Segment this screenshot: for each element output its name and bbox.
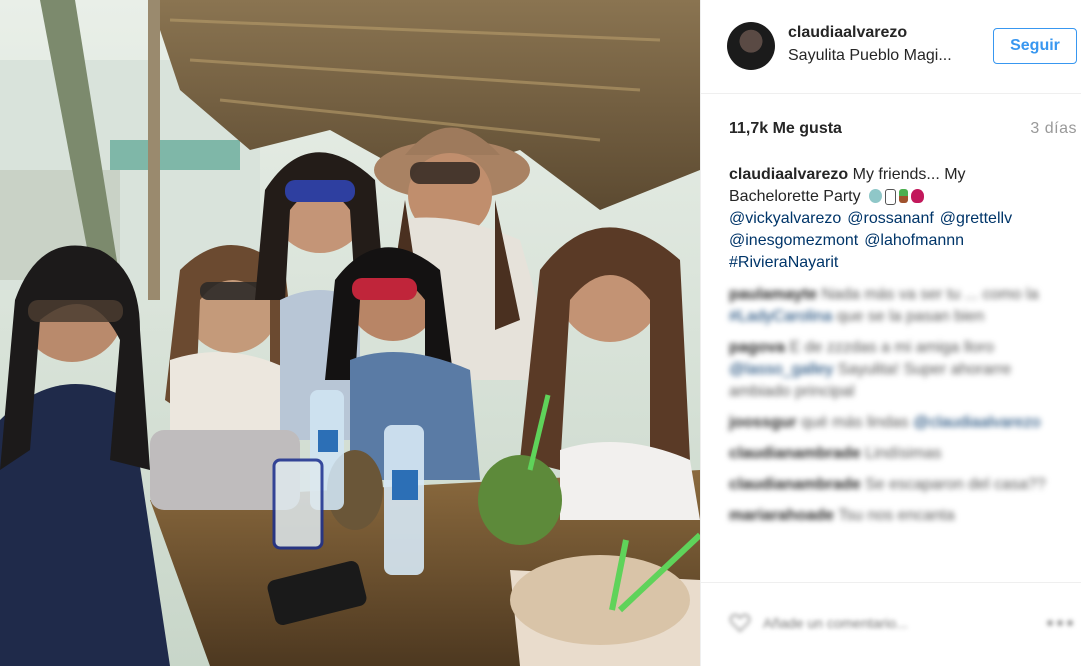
post-photo[interactable] (0, 0, 700, 666)
comment-username[interactable]: claudianambrade (729, 476, 861, 493)
likes-count[interactable]: 11,7k Me gusta (729, 120, 842, 138)
comment-item: joossgur qué más lindas @claudiaalvarezo (729, 412, 1059, 434)
avatar[interactable] (727, 22, 775, 70)
mention-link[interactable]: @grettellv (940, 210, 1012, 227)
comment-link[interactable]: @lasso_galley (729, 361, 833, 378)
mention-link[interactable]: @lahofmannn (864, 232, 964, 249)
caption-emojis (869, 188, 925, 205)
caption: claudiaalvarezo My friends... My Bachelo… (729, 164, 1059, 274)
follow-button[interactable]: Seguir (993, 28, 1077, 64)
mentions-line-2: @inesgomezmont @lahofmannn (729, 230, 1059, 252)
comments-list: claudiaalvarezo My friends... My Bachelo… (729, 164, 1059, 536)
mention-link[interactable]: @vickyalvarezo (729, 210, 841, 227)
post-username[interactable]: claudiaalvarezo (788, 24, 907, 42)
comment-username[interactable]: claudianambrade (729, 445, 861, 462)
mention-link[interactable]: @inesgomezmont (729, 232, 858, 249)
comment-box (701, 582, 1081, 666)
hashtag-link[interactable]: #RivieraNayarit (729, 252, 1059, 274)
comment-item: claudianambrade Lindísimas (729, 443, 1059, 465)
comment-item: paulamayte Nada más va ser tu ... como l… (729, 284, 1059, 328)
comment-text: Se escaparon del casa?? (865, 476, 1046, 493)
post-location[interactable]: Sayulita Pueblo Magi... (788, 47, 978, 65)
smartphone-emoji (885, 188, 897, 205)
comment-username[interactable]: pagova (729, 339, 785, 356)
mentions-line-1: @vickyalvarezo @rossananf @grettellv (729, 208, 1059, 230)
comment-text: qué más lindas (801, 414, 909, 431)
comment-text: Nada más va ser tu ... como la (821, 286, 1039, 303)
comment-text: E de zzzdas a mi amiga lloro (789, 339, 994, 356)
blurred-comments: paulamayte Nada más va ser tu ... como l… (729, 284, 1059, 527)
comment-text: Tsu nos encanta (838, 507, 955, 524)
post-header: claudiaalvarezo Sayulita Pueblo Magi... … (701, 0, 1081, 94)
more-options-icon[interactable] (1046, 619, 1074, 627)
palm-tree-emoji (899, 188, 909, 203)
group-photo-illustration (0, 0, 700, 666)
comment-input[interactable] (761, 609, 1065, 637)
comment-item: mariarahoade Tsu nos encanta (729, 505, 1059, 527)
caption-username[interactable]: claudiaalvarezo (729, 166, 848, 183)
comment-link[interactable]: #LadyCarolina (729, 308, 832, 325)
comment-username[interactable]: mariarahoade (729, 507, 834, 524)
comment-username[interactable]: joossgur (729, 414, 797, 431)
comment-item: pagova E de zzzdas a mi amiga lloro @las… (729, 337, 1059, 403)
face-with-sunglasses-emoji (869, 188, 883, 203)
comment-tail: que se la pasan bien (836, 308, 985, 325)
post-sidebar: claudiaalvarezo Sayulita Pueblo Magi... … (700, 0, 1081, 666)
comment-item: claudianambrade Se escaparon del casa?? (729, 474, 1059, 496)
comment-text: Lindísimas (865, 445, 942, 462)
mention-link[interactable]: @rossananf (847, 210, 934, 227)
heart-icon[interactable] (729, 613, 751, 633)
post-time[interactable]: 3 días (1030, 120, 1077, 138)
post-stats: 11,7k Me gusta 3 días (729, 120, 1077, 140)
comment-username[interactable]: paulamayte (729, 286, 817, 303)
comment-link[interactable]: @claudiaalvarezo (913, 414, 1040, 431)
broken-heart-emoji (911, 188, 925, 203)
